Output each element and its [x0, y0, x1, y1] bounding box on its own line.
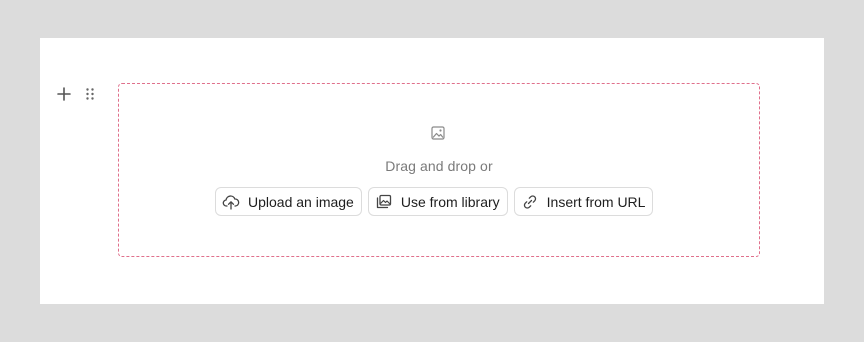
add-block-button[interactable] — [56, 86, 72, 102]
upload-cloud-icon — [222, 194, 240, 210]
library-images-icon — [376, 194, 392, 208]
drag-handle[interactable] — [82, 86, 98, 102]
dropzone-prompt: Drag and drop or — [385, 158, 493, 174]
editor-canvas: Drag and drop or Upload an image Use fro… — [40, 38, 824, 304]
image-icon — [431, 126, 445, 140]
dropzone-actions: Upload an image Use from library Insert … — [215, 187, 654, 216]
insert-from-url-label: Insert from URL — [546, 193, 646, 210]
upload-image-label: Upload an image — [248, 193, 354, 210]
upload-image-button[interactable]: Upload an image — [215, 187, 362, 216]
use-from-library-label: Use from library — [400, 193, 500, 210]
image-dropzone[interactable]: Drag and drop or Upload an image Use fro… — [118, 83, 760, 257]
block-controls — [56, 86, 98, 102]
insert-from-url-button[interactable]: Insert from URL — [513, 187, 654, 216]
plus-icon — [57, 87, 71, 101]
drag-handle-icon — [86, 88, 94, 100]
link-icon — [523, 194, 536, 209]
use-from-library-button[interactable]: Use from library — [367, 187, 508, 216]
